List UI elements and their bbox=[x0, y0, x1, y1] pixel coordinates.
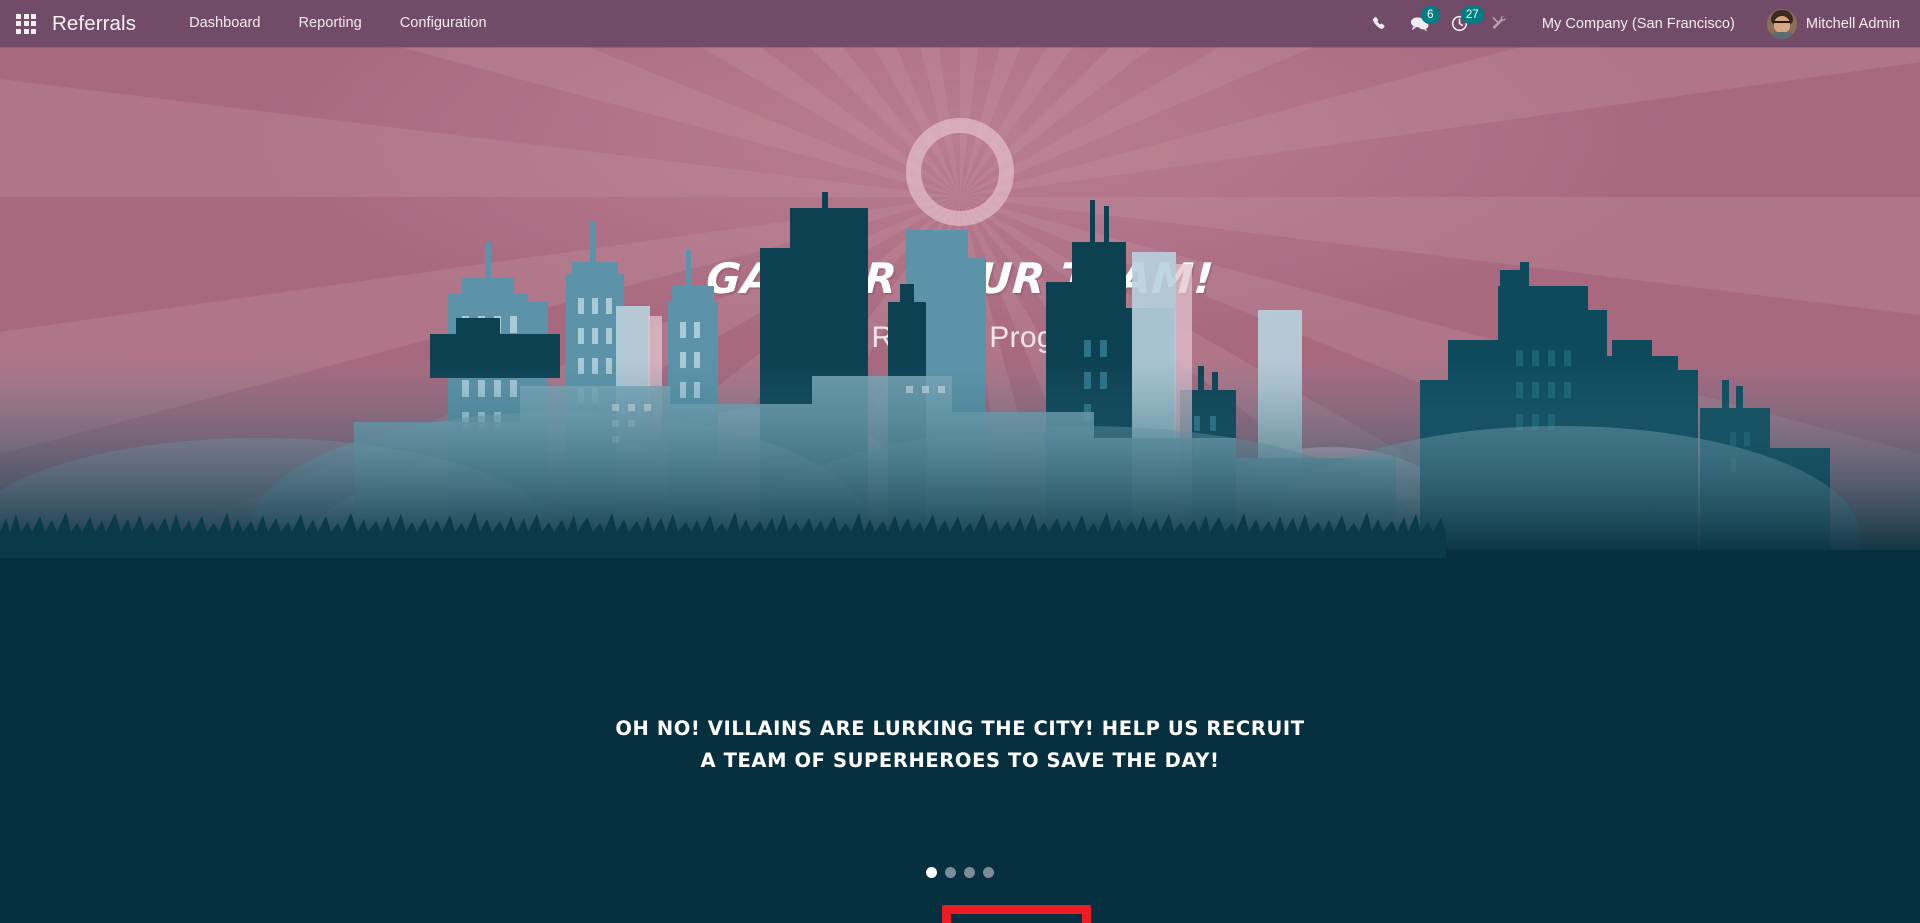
onboarding-panel: Oh no! Villains are lurking the city! He… bbox=[0, 512, 1920, 923]
step-dot-3[interactable] bbox=[964, 867, 975, 878]
user-menu[interactable]: Mitchell Admin bbox=[1751, 8, 1906, 39]
menu-item-reporting[interactable]: Reporting bbox=[279, 0, 380, 47]
step-dot-2[interactable] bbox=[945, 867, 956, 878]
next-button-highlight: Next ❯ bbox=[942, 905, 1091, 923]
top-navbar: Referrals Dashboard Reporting Configurat… bbox=[0, 0, 1920, 47]
step-dot-1[interactable] bbox=[926, 867, 937, 878]
onboarding-body-text: Oh no! Villains are lurking the city! He… bbox=[0, 713, 1920, 777]
grass-silhouette bbox=[0, 512, 1446, 558]
navbar-right-tools: 6 27 My Company (San Francisco) Mitchell… bbox=[1360, 0, 1920, 47]
main-menu: Dashboard Reporting Configuration bbox=[170, 0, 506, 47]
body-line-2: a team of superheroes to save the day! bbox=[700, 749, 1220, 772]
apps-grid-icon[interactable] bbox=[0, 0, 52, 47]
onboarding-actions: Skip Next ❯ bbox=[0, 905, 1920, 923]
hero-illustration: Gather your team! Job Referral Program bbox=[0, 47, 1920, 550]
company-switcher[interactable]: My Company (San Francisco) bbox=[1520, 16, 1751, 32]
messages-icon[interactable]: 6 bbox=[1400, 0, 1440, 47]
avatar bbox=[1766, 8, 1797, 39]
menu-item-configuration[interactable]: Configuration bbox=[381, 0, 506, 47]
menu-item-dashboard[interactable]: Dashboard bbox=[170, 0, 279, 47]
body-line-1: Oh no! Villains are lurking the city! He… bbox=[615, 717, 1305, 740]
onboarding-stage: Gather your team! Job Referral Program bbox=[0, 47, 1920, 923]
city-skyline bbox=[0, 192, 1920, 550]
developer-tools-wrench-icon[interactable] bbox=[1480, 0, 1520, 47]
user-name: Mitchell Admin bbox=[1805, 15, 1900, 32]
activities-clock-icon[interactable]: 27 bbox=[1440, 0, 1484, 47]
app-brand-referrals[interactable]: Referrals bbox=[52, 12, 136, 36]
step-dot-4[interactable] bbox=[983, 867, 994, 878]
step-indicator bbox=[0, 867, 1920, 878]
messages-badge-count: 6 bbox=[1420, 6, 1440, 24]
phone-icon[interactable] bbox=[1360, 0, 1400, 47]
